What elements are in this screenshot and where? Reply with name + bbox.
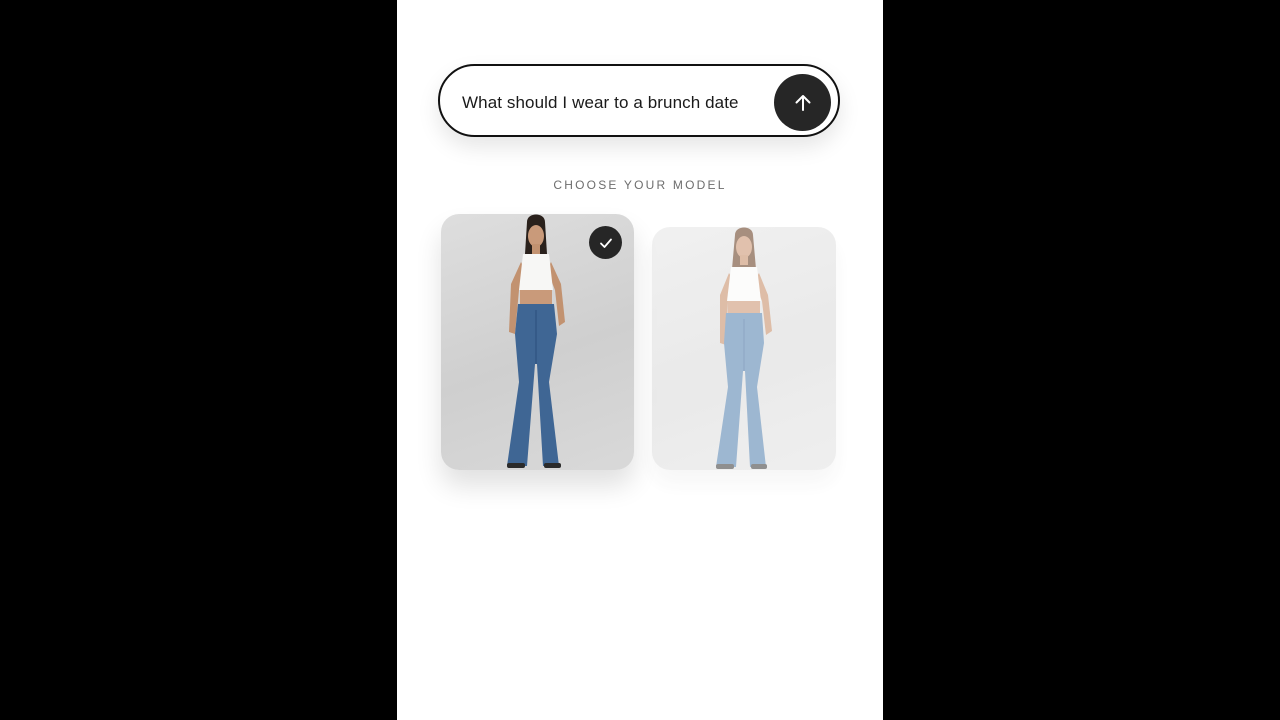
screen: What should I wear to a brunch date CHOO…: [0, 0, 1280, 720]
checkmark-icon: [599, 238, 612, 248]
prompt-text: What should I wear to a brunch date: [462, 93, 739, 112]
app-panel: What should I wear to a brunch date CHOO…: [397, 0, 883, 720]
prompt-input[interactable]: What should I wear to a brunch date: [438, 64, 840, 137]
arrow-up-icon: [795, 94, 810, 111]
model-card-1[interactable]: [441, 214, 634, 470]
send-button[interactable]: [774, 74, 831, 131]
model-photo: [716, 227, 772, 469]
selected-check-badge: [589, 226, 622, 259]
choose-model-label: CHOOSE YOUR MODEL: [553, 178, 727, 192]
model-card-2[interactable]: [652, 227, 836, 470]
